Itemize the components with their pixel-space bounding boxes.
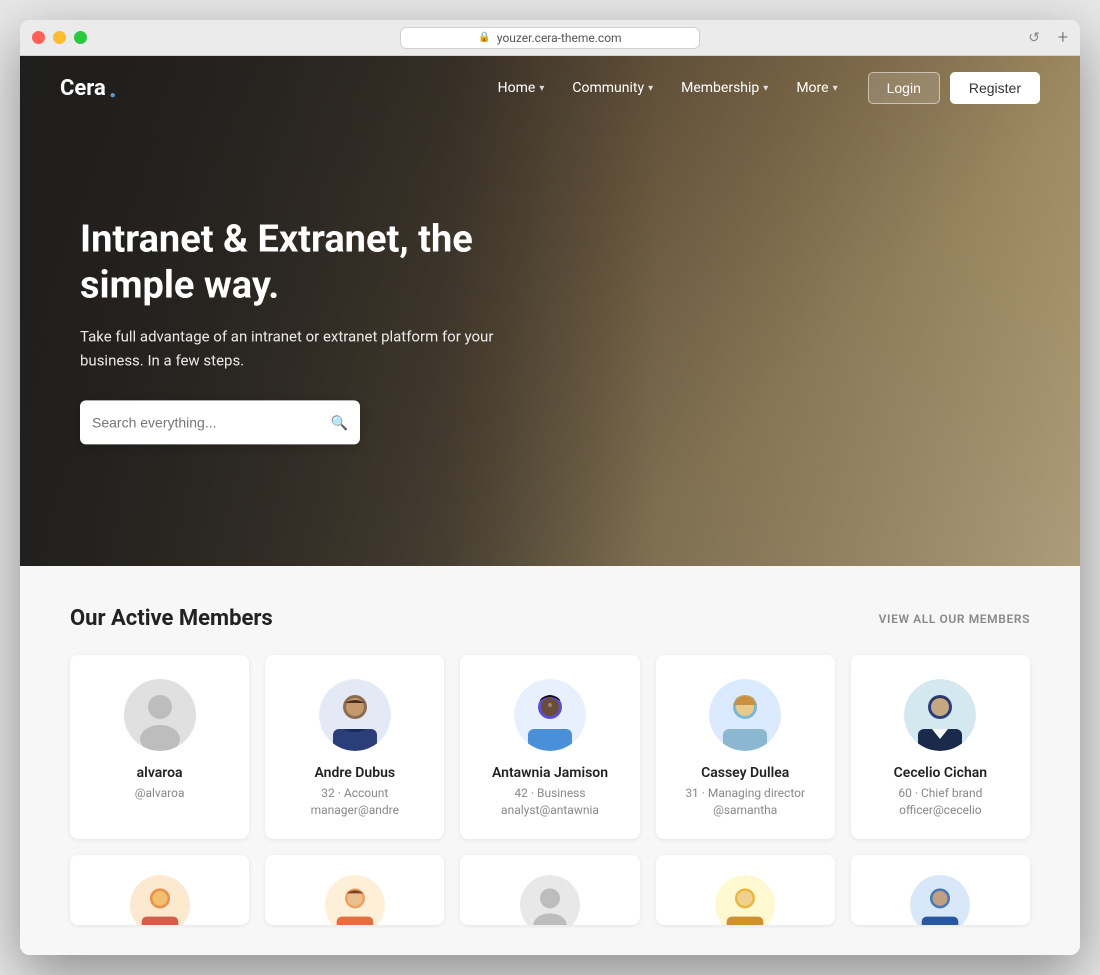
window-controls [32, 31, 87, 44]
logo-text: Cera [60, 76, 106, 101]
logo-dot: . [109, 74, 117, 102]
chevron-down-icon: ▾ [763, 83, 768, 94]
member-card[interactable]: Antawnia Jamison 42 · Business analyst@a… [460, 655, 639, 839]
member-card-partial[interactable] [70, 855, 249, 925]
member-card[interactable]: Andre Dubus 32 · Account manager@andre [265, 655, 444, 839]
member-card-partial[interactable] [851, 855, 1030, 925]
site-logo[interactable]: Cera . [60, 74, 117, 102]
nav-menu: Home ▾ Community ▾ Membership ▾ More ▾ [488, 74, 848, 102]
member-card-partial[interactable] [656, 855, 835, 925]
maximize-button[interactable] [74, 31, 87, 44]
site-content: Cera . Home ▾ Community ▾ Membership ▾ [20, 56, 1080, 955]
yellow-female-avatar-icon [715, 875, 775, 925]
avatar [709, 679, 781, 751]
nav-membership[interactable]: Membership ▾ [671, 74, 778, 102]
member-meta: 42 · Business analyst@antawnia [476, 785, 623, 819]
avatar [124, 679, 196, 751]
hero-title: Intranet & Extranet, the simple way. [80, 217, 500, 308]
member-handle: @alvaroa [86, 785, 233, 802]
member-card[interactable]: Cecelio Cichan 60 · Chief brand officer@… [851, 655, 1030, 839]
navbar: Cera . Home ▾ Community ▾ Membership ▾ [20, 56, 1080, 120]
member-meta: 60 · Chief brand officer@cecelio [867, 785, 1014, 819]
lock-icon: 🔒 [478, 32, 490, 43]
orange-female-avatar-icon [130, 875, 190, 925]
avatar [904, 679, 976, 751]
gray-avatar-icon [520, 875, 580, 925]
chevron-down-icon: ▾ [539, 83, 544, 94]
close-button[interactable] [32, 31, 45, 44]
refresh-icon[interactable]: ↺ [1028, 30, 1040, 46]
nav-more-label: More [796, 80, 828, 96]
member-meta: 31 · Managing director @samantha [672, 785, 819, 819]
chevron-down-icon: ▾ [833, 83, 838, 94]
register-button[interactable]: Register [950, 72, 1040, 104]
avatar [514, 679, 586, 751]
mac-window: 🔒 youzer.cera-theme.com ↺ + Cera . Home … [20, 20, 1080, 955]
members-title: Our Active Members [70, 606, 273, 631]
nav-community-label: Community [572, 80, 644, 96]
nav-community[interactable]: Community ▾ [562, 74, 663, 102]
login-button[interactable]: Login [868, 72, 940, 104]
member-name: Cassey Dullea [672, 765, 819, 781]
search-input[interactable] [92, 415, 331, 431]
male-avatar-icon [319, 679, 391, 751]
orange-male-avatar-icon [325, 875, 385, 925]
member-card-partial[interactable] [460, 855, 639, 925]
default-avatar-icon [124, 679, 196, 751]
hero-content: Intranet & Extranet, the simple way. Tak… [80, 217, 500, 444]
member-meta: 32 · Account manager@andre [281, 785, 428, 819]
view-all-members-link[interactable]: VIEW ALL OUR MEMBERS [879, 612, 1030, 626]
search-bar[interactable]: 🔍 [80, 401, 360, 445]
female-light-avatar-icon [709, 679, 781, 751]
nav-more[interactable]: More ▾ [786, 74, 847, 102]
avatar [319, 679, 391, 751]
nav-home-label: Home [498, 80, 536, 96]
url-text: youzer.cera-theme.com [497, 31, 622, 45]
male-suit-avatar-icon [904, 679, 976, 751]
member-card[interactable]: alvaroa @alvaroa [70, 655, 249, 839]
member-name: Antawnia Jamison [476, 765, 623, 781]
members-section: Our Active Members VIEW ALL OUR MEMBERS … [20, 566, 1080, 955]
nav-actions: Login Register [868, 72, 1040, 104]
url-bar[interactable]: 🔒 youzer.cera-theme.com [400, 27, 700, 49]
female-dark-avatar-icon [514, 679, 586, 751]
members-header: Our Active Members VIEW ALL OUR MEMBERS [70, 606, 1030, 631]
members-grid: alvaroa @alvaroa [70, 655, 1030, 839]
blue-male-avatar-icon [910, 875, 970, 925]
members-grid-bottom [70, 855, 1030, 925]
nav-home[interactable]: Home ▾ [488, 74, 555, 102]
member-name: Andre Dubus [281, 765, 428, 781]
titlebar: 🔒 youzer.cera-theme.com ↺ + [20, 20, 1080, 56]
minimize-button[interactable] [53, 31, 66, 44]
search-icon[interactable]: 🔍 [331, 414, 348, 431]
hero-subtitle: Take full advantage of an intranet or ex… [80, 325, 500, 373]
member-card-partial[interactable] [265, 855, 444, 925]
hero-section: Cera . Home ▾ Community ▾ Membership ▾ [20, 56, 1080, 566]
member-username: alvaroa [86, 765, 233, 781]
member-card[interactable]: Cassey Dullea 31 · Managing director @sa… [656, 655, 835, 839]
chevron-down-icon: ▾ [648, 83, 653, 94]
member-name: Cecelio Cichan [867, 765, 1014, 781]
nav-membership-label: Membership [681, 80, 759, 96]
new-tab-icon[interactable]: + [1058, 27, 1068, 48]
